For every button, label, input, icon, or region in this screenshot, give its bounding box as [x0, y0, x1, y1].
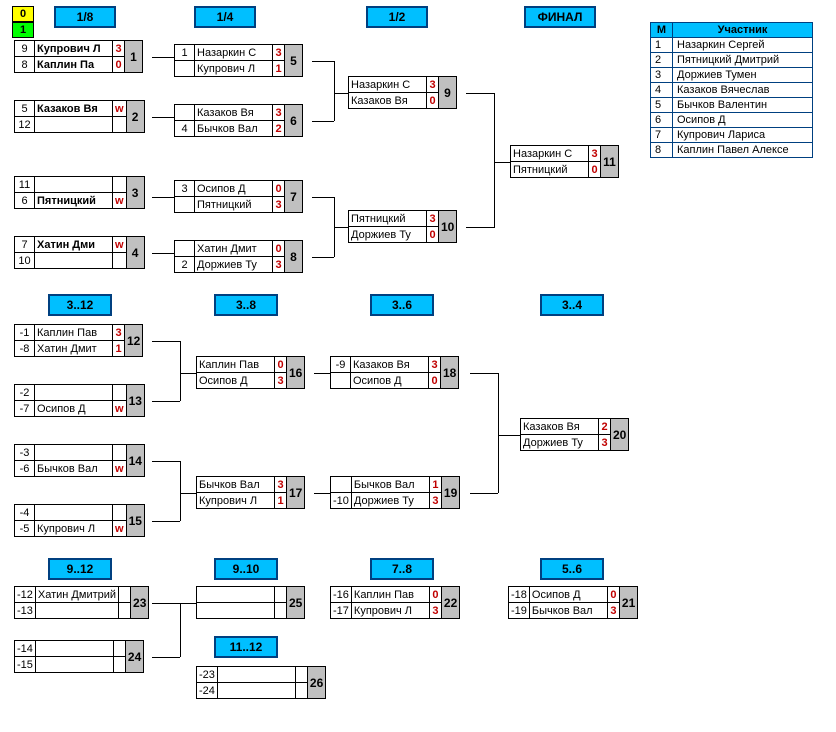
- participants-col-name: Участник: [673, 23, 813, 38]
- header-3-12: 3..12: [48, 294, 112, 316]
- header-7-8: 7..8: [370, 558, 434, 580]
- header-9-12: 9..12: [48, 558, 112, 580]
- participants-col-m: М: [651, 23, 673, 38]
- match-1: 9Купрович Л31 8Каплин Па0: [14, 40, 143, 73]
- header-1-2: 1/2: [366, 6, 428, 28]
- corner-0: 0: [12, 6, 34, 22]
- match-5: 1Назаркин С35 Купрович Л1: [174, 44, 303, 77]
- match-11: Назаркин С311 Пятницкий0: [510, 145, 619, 178]
- match-15: -415 -5Купрович Лw: [14, 504, 145, 537]
- match-19: Бычков Вал119 -10Доржиев Ту3: [330, 476, 460, 509]
- corner-1: 1: [12, 22, 34, 38]
- header-1-4: 1/4: [194, 6, 256, 28]
- match-22: -16Каплин Пав022 -17Купрович Л3: [330, 586, 460, 619]
- match-16: Каплин Пав016 Осипов Д3: [196, 356, 305, 389]
- match-9: Назаркин С39 Казаков Вя0: [348, 76, 457, 109]
- header-5-6: 5..6: [540, 558, 604, 580]
- match-25: 25: [196, 586, 305, 619]
- match-17: Бычков Вал317 Купрович Л1: [196, 476, 305, 509]
- match-6: Казаков Вя36 4Бычков Вал2: [174, 104, 303, 137]
- match-14: -314 -6Бычков Валw: [14, 444, 145, 477]
- header-3-6: 3..6: [370, 294, 434, 316]
- participants-table: МУчастник 1Назаркин Сергей 2Пятницкий Дм…: [650, 22, 813, 158]
- match-4: 7Хатин Дмиw4 10: [14, 236, 145, 269]
- match-7: 3Осипов Д07 Пятницкий3: [174, 180, 303, 213]
- match-2: 5Казаков Вяw2 12: [14, 100, 145, 133]
- header-final: ФИНАЛ: [524, 6, 596, 28]
- header-3-4: 3..4: [540, 294, 604, 316]
- match-24: -1424 -15: [14, 640, 144, 673]
- match-3: 113 6Пятницкийw: [14, 176, 145, 209]
- match-10: Пятницкий310 Доржиев Ту0: [348, 210, 457, 243]
- match-8: Хатин Дмит08 2Доржиев Ту3: [174, 240, 303, 273]
- match-20: Казаков Вя220 Доржиев Ту3: [520, 418, 629, 451]
- header-11-12: 11..12: [214, 636, 278, 658]
- header-9-10: 9..10: [214, 558, 278, 580]
- match-13: -213 -7Осипов Дw: [14, 384, 145, 417]
- match-26: -2326 -24: [196, 666, 326, 699]
- header-1-8: 1/8: [54, 6, 116, 28]
- match-12: -1Каплин Пав312 -8Хатин Дмит1: [14, 324, 143, 357]
- match-23: -12Хатин Дмитрий23 -13: [14, 586, 149, 619]
- header-3-8: 3..8: [214, 294, 278, 316]
- match-18: -9Казаков Вя318 Осипов Д0: [330, 356, 459, 389]
- match-21: -18Осипов Д021 -19Бычков Вал3: [508, 586, 638, 619]
